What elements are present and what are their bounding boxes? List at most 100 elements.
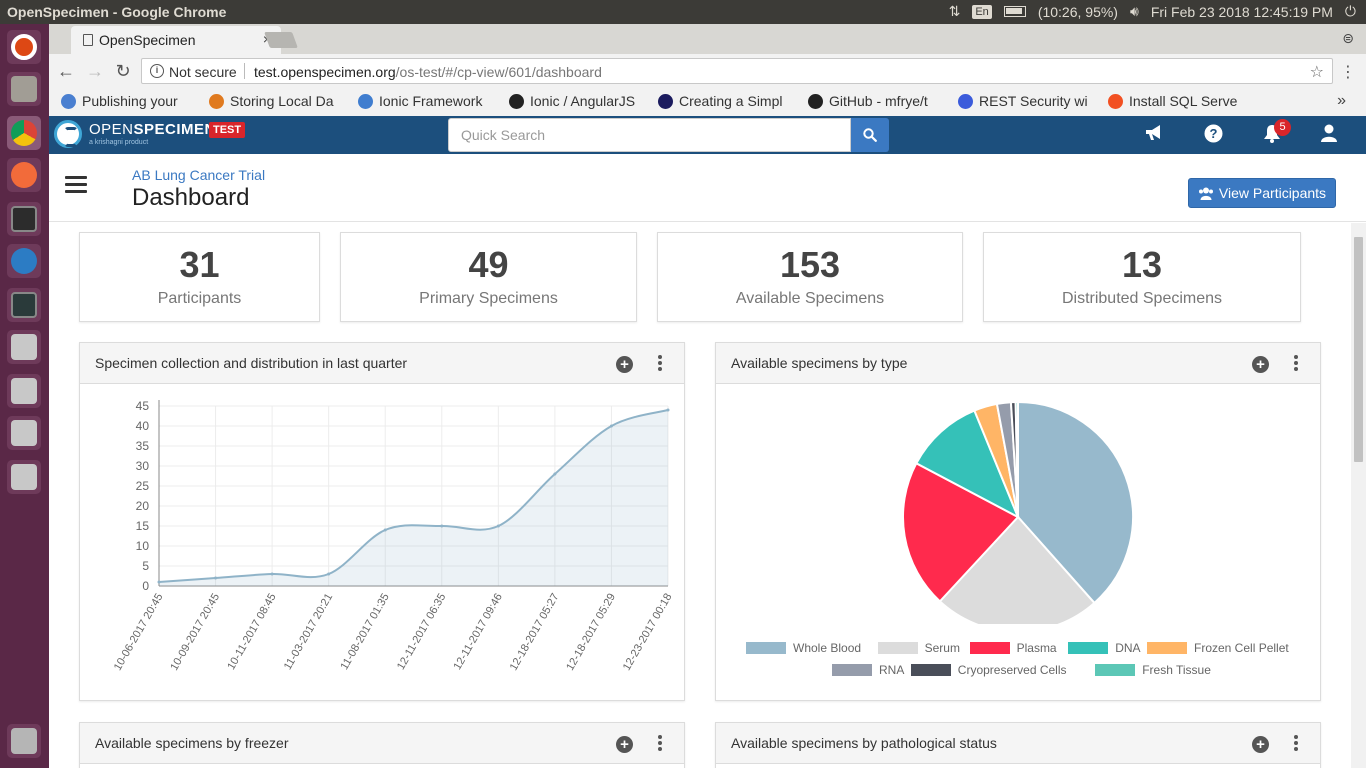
more-options-icon[interactable] (658, 735, 664, 753)
y-tick-label: 0 (142, 579, 149, 593)
tab-label: OpenSpecimen (99, 32, 196, 48)
network-icon[interactable]: ⇅ (949, 3, 961, 20)
keyboard-layout-indicator[interactable]: En (972, 4, 992, 19)
data-point[interactable] (270, 572, 274, 576)
legend-item[interactable]: Fresh Tissue (1095, 663, 1211, 677)
new-tab-button[interactable] (264, 32, 298, 48)
bookmark-item[interactable]: REST Security wi (958, 93, 1098, 109)
data-point[interactable] (666, 408, 670, 412)
legend-item[interactable]: Plasma (969, 641, 1057, 655)
legend-label: Fresh Tissue (1142, 663, 1211, 677)
profile-icon[interactable]: ⊜ (1342, 30, 1354, 47)
menu-hamburger-icon[interactable] (65, 176, 87, 194)
legend-item[interactable]: Whole Blood (746, 641, 861, 655)
drive-icon[interactable] (7, 460, 41, 494)
search-button[interactable] (851, 118, 889, 152)
data-point[interactable] (383, 528, 387, 532)
data-point[interactable] (327, 572, 331, 576)
postman-icon[interactable] (7, 158, 41, 192)
legend-item[interactable]: Cryopreserved Cells (910, 663, 1067, 677)
bookmark-item[interactable]: Creating a Simpl (658, 93, 798, 109)
terminal-icon[interactable] (7, 202, 41, 236)
more-options-icon[interactable] (1294, 355, 1300, 373)
openspecimen-logo-icon[interactable] (54, 120, 82, 148)
more-options-icon[interactable] (1294, 735, 1300, 753)
announcement-icon[interactable] (1142, 124, 1166, 147)
brand-subtitle: a krishagni product (89, 139, 149, 146)
reload-icon[interactable]: ↻ (112, 61, 134, 82)
tab-openspecimen[interactable]: OpenSpecimen × (71, 26, 281, 54)
file-manager-icon[interactable] (7, 72, 41, 106)
bookmark-star-icon[interactable]: ☆ (1310, 62, 1324, 82)
data-point[interactable] (214, 576, 218, 580)
forward-icon[interactable]: → (84, 61, 106, 82)
collection-protocol-link[interactable]: AB Lung Cancer Trial (132, 167, 265, 183)
more-bookmarks-icon[interactable]: » (1337, 92, 1346, 110)
power-icon[interactable]: ⏻ (1345, 3, 1356, 20)
legend-item[interactable]: DNA (1068, 641, 1141, 655)
battery-status[interactable]: (10:26, 95%) (1038, 4, 1118, 20)
shutter-icon[interactable] (7, 244, 41, 278)
battery-icon[interactable] (1003, 6, 1026, 17)
trash-icon[interactable] (7, 724, 41, 758)
more-options-icon[interactable] (658, 355, 664, 373)
drive-icon[interactable] (7, 374, 41, 408)
stat-card-available-specimens[interactable]: 153 Available Specimens (657, 232, 963, 322)
add-icon[interactable]: + (1252, 356, 1269, 373)
stat-value: 49 (468, 244, 509, 285)
address-bar[interactable]: i Not secure test.openspecimen.org/os-te… (141, 58, 1333, 84)
area-fill (159, 410, 668, 586)
user-icon[interactable] (1317, 124, 1341, 147)
page-title: Dashboard (132, 184, 250, 211)
browser-chrome: OpenSpecimen × ⊜ ← → ↻ i Not secure test… (49, 24, 1366, 116)
data-point[interactable] (157, 580, 161, 584)
data-point[interactable] (553, 472, 557, 476)
data-point[interactable] (496, 524, 500, 528)
page-header: AB Lung Cancer Trial Dashboard View Part… (49, 154, 1366, 222)
volume-icon[interactable]: 🔊︎ (1130, 3, 1139, 20)
brand-name[interactable]: OPENSPECIMEN (89, 121, 216, 138)
bookmark-item[interactable]: GitHub - mfrye/t (808, 93, 948, 109)
y-tick-label: 45 (136, 399, 150, 413)
notification-count-badge[interactable]: 5 (1274, 119, 1291, 136)
legend-item[interactable]: RNA (832, 663, 904, 677)
info-icon[interactable]: i (150, 64, 164, 78)
back-icon[interactable]: ← (55, 61, 77, 82)
stat-card-primary-specimens[interactable]: 49 Primary Specimens (340, 232, 637, 322)
add-icon[interactable]: + (616, 736, 633, 753)
os-top-panel: OpenSpecimen - Google Chrome ⇅ En (10:26… (0, 0, 1366, 24)
clock[interactable]: Fri Feb 23 2018 12:45:19 PM (1151, 4, 1333, 20)
ubuntu-dash-icon[interactable] (7, 30, 41, 64)
security-label[interactable]: Not secure (169, 64, 237, 80)
bookmark-item[interactable]: Install SQL Serve (1108, 93, 1248, 109)
url-text[interactable]: test.openspecimen.org/os-test/#/cp-view/… (254, 64, 602, 80)
legend-item[interactable]: Frozen Cell Pellet (1147, 641, 1289, 655)
add-icon[interactable]: + (1252, 736, 1269, 753)
y-tick-label: 40 (136, 419, 150, 433)
stat-value: 31 (179, 244, 220, 285)
browser-menu-icon[interactable]: ⋮ (1340, 62, 1356, 82)
stat-card-participants[interactable]: 31 Participants (79, 232, 320, 322)
data-point[interactable] (609, 424, 613, 428)
panel-title: Available specimens by freezer (95, 735, 289, 751)
bookmark-item[interactable]: Storing Local Da (209, 93, 344, 109)
page-scrollbar[interactable] (1351, 223, 1366, 768)
chrome-icon[interactable] (7, 116, 41, 150)
view-participants-button[interactable]: View Participants (1188, 178, 1336, 208)
stat-card-distributed-specimens[interactable]: 13 Distributed Specimens (983, 232, 1301, 322)
help-icon[interactable]: ? (1201, 124, 1225, 148)
data-point[interactable] (440, 524, 444, 528)
drive-icon[interactable] (7, 330, 41, 364)
quick-search-input[interactable] (448, 118, 851, 152)
bookmark-item[interactable]: Publishing your (61, 93, 199, 109)
bookmark-item[interactable]: Ionic Framework (358, 93, 496, 109)
scrollbar-thumb[interactable] (1354, 237, 1363, 462)
bookmark-item[interactable]: Ionic / AngularJS (509, 93, 647, 109)
legend-swatch (910, 664, 951, 676)
legend-swatch (1095, 664, 1136, 676)
x-tick-label: 12-18-2017 05:29 (564, 592, 618, 673)
system-monitor-icon[interactable] (7, 288, 41, 322)
drive-icon[interactable] (7, 416, 41, 450)
add-icon[interactable]: + (616, 356, 633, 373)
legend-item[interactable]: Serum (877, 641, 960, 655)
